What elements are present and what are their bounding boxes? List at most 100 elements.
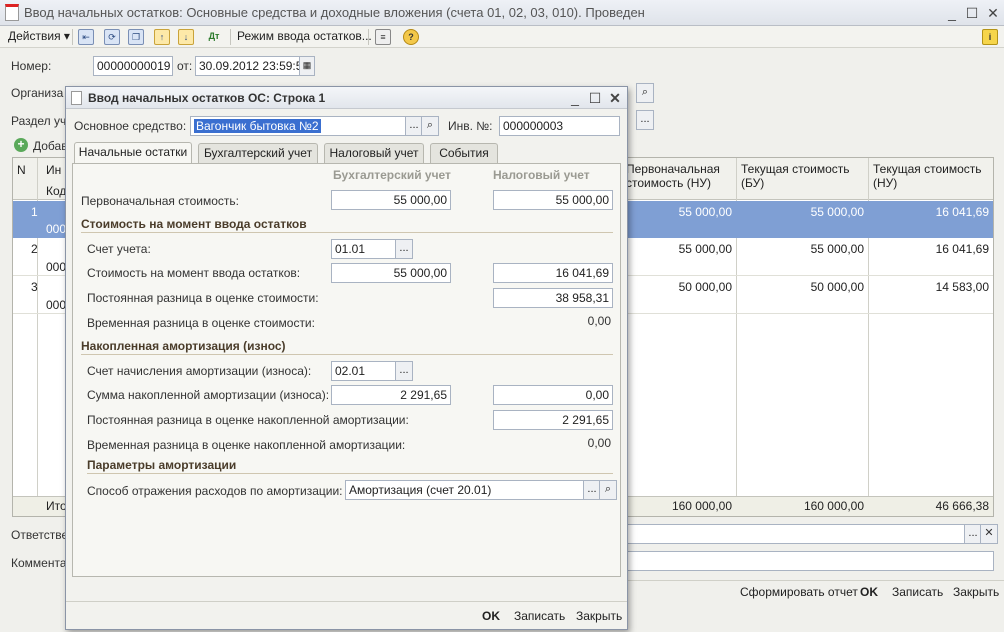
ok-button[interactable]: OK: [860, 585, 878, 599]
method-label: Способ отражения расходов по амортизации…: [87, 484, 343, 498]
add-button[interactable]: Добав: [33, 139, 68, 153]
dialog-close-window-button[interactable]: Закрыть: [576, 609, 622, 623]
row-sub: 000: [46, 222, 67, 236]
report-button[interactable]: Сформировать отчет: [740, 585, 858, 599]
column-nu-header: Налоговый учет: [493, 168, 590, 182]
cost-at-input-label: Стоимость на момент ввода остатков:: [87, 266, 301, 280]
section-divider: [87, 473, 613, 474]
row-initial-nu: 50 000,00: [678, 280, 732, 294]
amort-account-field[interactable]: 02.01: [331, 361, 397, 381]
dialog-title: Ввод начальных остатков ОС: Строка 1: [88, 91, 326, 105]
row-initial-nu: 55 000,00: [678, 205, 732, 219]
calendar-icon[interactable]: ▦: [299, 56, 315, 76]
account-label: Счет учета:: [87, 242, 151, 256]
row-current-bu: 55 000,00: [810, 242, 864, 256]
temporary-diff-label: Временная разница в оценке стоимости:: [87, 316, 315, 330]
input-mode-button[interactable]: Режим ввода остатков...: [237, 29, 372, 43]
header-n: N: [17, 163, 26, 177]
dialog-minimize-button[interactable]: _: [564, 88, 586, 108]
dialog-ok-button[interactable]: OK: [482, 609, 500, 623]
structure-icon[interactable]: ≡: [375, 29, 391, 45]
add-icon[interactable]: +: [14, 138, 28, 152]
asset-value: Вагончик бытовка №2: [194, 119, 321, 133]
number-label: Номер:: [11, 59, 52, 73]
section-cost-heading: Стоимость на момент ввода остатков: [81, 217, 307, 231]
move-down-icon[interactable]: ↓: [178, 29, 194, 45]
cost-at-input-nu-field[interactable]: 16 041,69: [493, 263, 613, 283]
date-field[interactable]: 30.09.2012 23:59:59: [195, 56, 301, 76]
amort-sum-nu-field[interactable]: 0,00: [493, 385, 613, 405]
section-divider: [81, 354, 613, 355]
dt-kt-icon[interactable]: Дт: [206, 29, 222, 45]
cost-at-input-bu-field[interactable]: 55 000,00: [331, 263, 451, 283]
asset-search-icon[interactable]: ⌕: [421, 116, 439, 136]
section-select-button[interactable]: ...: [636, 110, 654, 130]
column-bu-header: Бухгалтерский учет: [333, 168, 451, 182]
temporary-diff-nu-value: 0,00: [587, 314, 611, 328]
tab-tax[interactable]: Налоговый учет: [324, 143, 424, 163]
initial-cost-bu-field[interactable]: 55 000,00: [331, 190, 451, 210]
comment-label: Коммента: [11, 556, 67, 570]
tab-initial-balances[interactable]: Начальные остатки: [74, 142, 192, 164]
clear-icon[interactable]: ✕: [980, 524, 998, 544]
actions-menu[interactable]: Действия ▾: [8, 29, 70, 43]
totals-label: Ито: [46, 499, 67, 513]
section-label: Раздел уч: [11, 114, 67, 128]
maximize-button[interactable]: ☐: [961, 3, 983, 23]
amort-permanent-diff-label: Постоянная разница в оценке накопленной …: [87, 413, 409, 427]
close-button[interactable]: ✕: [982, 3, 1004, 23]
close-window-button[interactable]: Закрыть: [953, 585, 999, 599]
dialog-save-button[interactable]: Записать: [514, 609, 565, 623]
info-icon[interactable]: i: [982, 29, 998, 45]
row-initial-nu: 55 000,00: [678, 242, 732, 256]
initial-cost-nu-field[interactable]: 55 000,00: [493, 190, 613, 210]
tab-events[interactable]: События: [430, 143, 498, 163]
inv-field[interactable]: 000000003: [499, 116, 620, 136]
permanent-diff-label: Постоянная разница в оценке стоимости:: [87, 291, 319, 305]
inv-label: Инв. №:: [448, 119, 493, 133]
dialog-close-button[interactable]: ✕: [604, 88, 626, 108]
amort-account-label: Счет начисления амортизации (износа):: [87, 364, 312, 378]
header-current-bu: Текущая стоимость (БУ): [741, 162, 850, 190]
totals-current-bu: 160 000,00: [803, 499, 864, 513]
row-current-nu: 16 041,69: [935, 242, 989, 256]
tab-panel: Бухгалтерский учет Налоговый учет Первон…: [72, 163, 621, 577]
dialog-maximize-button[interactable]: ☐: [584, 88, 606, 108]
amort-temporary-diff-label: Временная разница в оценке накопленной а…: [87, 438, 406, 452]
totals-current-nu: 46 666,38: [935, 499, 989, 513]
refresh-icon[interactable]: ⟳: [104, 29, 120, 45]
toolbar-separator: [368, 29, 369, 45]
organization-search-icon[interactable]: ⌕: [636, 83, 654, 103]
date-label: от:: [177, 59, 193, 73]
method-search-icon[interactable]: ⌕: [599, 480, 617, 500]
row-current-bu: 50 000,00: [810, 280, 864, 294]
window-title: Ввод начальных остатков: Основные средст…: [24, 5, 645, 20]
permanent-diff-nu-field[interactable]: 38 958,31: [493, 288, 613, 308]
row-sub: 000: [46, 260, 67, 274]
account-field[interactable]: 01.01: [331, 239, 397, 259]
organization-label: Организа: [11, 86, 64, 100]
amort-sum-bu-field[interactable]: 2 291,65: [331, 385, 451, 405]
minimize-button[interactable]: _: [941, 3, 963, 23]
main-title-bar: Ввод начальных остатков: Основные средст…: [0, 0, 1004, 26]
document-icon: [71, 91, 82, 105]
comment-field[interactable]: [626, 551, 994, 571]
asset-field[interactable]: Вагончик бытовка №2: [190, 116, 406, 136]
post-icon[interactable]: ⇤: [78, 29, 94, 45]
tab-accounting[interactable]: Бухгалтерский учет: [198, 143, 318, 163]
amort-temporary-diff-nu-value: 0,00: [587, 436, 611, 450]
method-field[interactable]: Амортизация (счет 20.01): [345, 480, 585, 500]
document-icon: [5, 4, 19, 21]
help-icon[interactable]: ?: [403, 29, 419, 45]
account-select-button[interactable]: ...: [395, 239, 413, 259]
responsible-field[interactable]: [626, 524, 966, 544]
row-current-bu: 55 000,00: [810, 205, 864, 219]
header-code: Код: [46, 184, 67, 198]
amort-account-select-button[interactable]: ...: [395, 361, 413, 381]
number-field[interactable]: 00000000019: [93, 56, 173, 76]
amort-permanent-diff-nu-field[interactable]: 2 291,65: [493, 410, 613, 430]
move-up-icon[interactable]: ↑: [154, 29, 170, 45]
copy-icon[interactable]: ❐: [128, 29, 144, 45]
save-button[interactable]: Записать: [892, 585, 943, 599]
toolbar-separator: [230, 29, 231, 45]
